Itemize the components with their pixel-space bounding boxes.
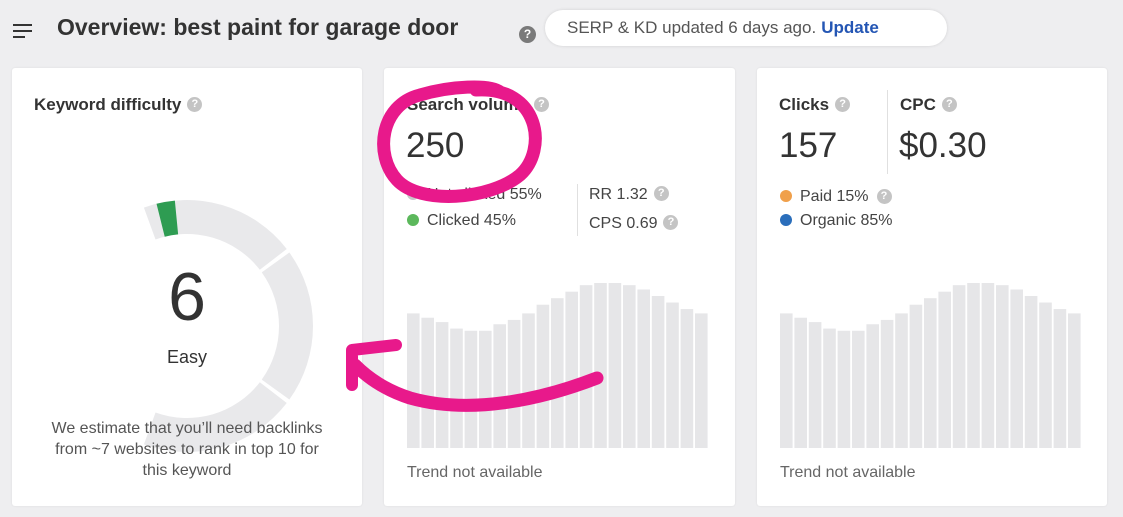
trend-bar <box>808 322 822 448</box>
help-icon[interactable]: ? <box>519 26 536 43</box>
trend-bar <box>1024 296 1038 448</box>
trend-bar <box>623 285 636 448</box>
trend-bar <box>680 309 694 448</box>
trend-bar <box>880 319 894 448</box>
kd-score: 6 <box>168 259 206 335</box>
trend-bar <box>895 313 908 448</box>
trend-bar <box>450 328 463 448</box>
trend-bar <box>522 313 535 448</box>
clicks-trend-note: Trend not available <box>780 464 916 481</box>
volume-title-text: Search volume <box>407 95 528 114</box>
trend-bar <box>1053 309 1067 448</box>
organic-dot <box>780 214 792 226</box>
legend-label: Not clicked 55% <box>427 186 542 203</box>
trend-bar <box>421 317 434 448</box>
cpc-title: CPC? <box>900 95 957 115</box>
trend-bar <box>695 313 708 448</box>
cpc-value: $0.30 <box>899 126 987 165</box>
clicks-cpc-divider <box>887 90 888 174</box>
trend-bar <box>637 289 650 448</box>
help-icon[interactable]: ? <box>653 185 669 201</box>
trend-bar <box>435 322 449 448</box>
help-icon[interactable]: ? <box>876 189 892 205</box>
trend-bar <box>938 291 951 448</box>
trend-bar <box>794 317 807 448</box>
trend-bar <box>579 285 593 448</box>
clicks-cpc-card: Clicks? 157 CPC? $0.30 Paid 15%? Organic… <box>757 68 1107 506</box>
legend-not-clicked: Not clicked 55% <box>407 186 542 204</box>
clicks-title-text: Clicks <box>779 95 830 114</box>
cps-metric: CPS 0.69? <box>589 214 679 233</box>
volume-value: 250 <box>406 126 465 165</box>
trend-bar <box>1010 289 1023 448</box>
update-status-pill: SERP & KD updated 6 days ago. Update <box>545 10 947 46</box>
page-title: Overview: best paint for garage door <box>57 14 459 40</box>
trend-bar <box>780 313 793 448</box>
trend-bar <box>493 324 506 448</box>
rr-label: RR 1.32 <box>589 186 648 203</box>
trend-bar <box>924 298 937 448</box>
trend-bar <box>996 285 1009 448</box>
trend-bar <box>551 298 564 448</box>
search-volume-card: Search volume? 250 Not clicked 55% Click… <box>384 68 735 506</box>
help-icon[interactable]: ? <box>941 96 957 112</box>
clicks-title: Clicks? <box>779 95 851 115</box>
trend-bar <box>823 328 836 448</box>
legend-label: Clicked 45% <box>427 212 516 229</box>
legend-paid: Paid 15%? <box>780 188 892 206</box>
clicked-dot <box>407 214 419 226</box>
rr-metric: RR 1.32? <box>589 185 669 204</box>
trend-bar <box>852 330 865 448</box>
trend-bar <box>1068 313 1081 448</box>
trend-bar <box>651 296 665 448</box>
clicks-trend-chart <box>780 283 1081 448</box>
volume-trend-chart <box>407 283 708 448</box>
trend-bar <box>479 330 492 448</box>
clicks-value: 157 <box>779 126 838 165</box>
kd-score-label: Easy <box>166 347 208 367</box>
trend-bar <box>464 330 478 448</box>
legend-label: Paid 15% <box>800 188 869 205</box>
legend-clicked: Clicked 45% <box>407 212 516 230</box>
trend-bar <box>536 304 550 448</box>
paid-dot <box>780 190 792 202</box>
update-link[interactable]: Update <box>821 18 879 37</box>
kd-description: We estimate that you’ll need backlinks f… <box>51 420 323 479</box>
trend-bar <box>608 283 622 448</box>
cpc-title-text: CPC <box>900 95 936 114</box>
trend-bar <box>507 319 521 448</box>
trend-bar <box>909 304 923 448</box>
trend-bar <box>594 283 607 448</box>
metric-divider <box>577 184 578 236</box>
page-header: Overview: best paint for garage door ? S… <box>0 0 1123 56</box>
trend-bar <box>666 302 679 448</box>
trend-bar <box>407 313 420 448</box>
trend-bar <box>967 283 980 448</box>
legend-label: Organic 85% <box>800 212 893 229</box>
keyword-difficulty-card: Keyword difficulty? 6 Easy We estimate t… <box>12 68 362 506</box>
trend-bar <box>1039 302 1052 448</box>
not-clicked-dot <box>407 188 419 200</box>
volume-title: Search volume? <box>407 95 549 115</box>
trend-bar <box>866 324 879 448</box>
menu-icon[interactable] <box>13 24 32 38</box>
trend-bar <box>837 330 851 448</box>
help-icon[interactable]: ? <box>835 96 851 112</box>
legend-organic: Organic 85% <box>780 212 893 230</box>
cps-label: CPS 0.69 <box>589 215 658 232</box>
trend-bar <box>565 291 578 448</box>
help-icon[interactable]: ? <box>663 214 679 230</box>
update-status-text: SERP & KD updated 6 days ago. <box>567 18 817 37</box>
trend-bar <box>981 283 995 448</box>
volume-trend-note: Trend not available <box>407 464 543 481</box>
help-icon[interactable]: ? <box>533 96 549 112</box>
trend-bar <box>952 285 966 448</box>
